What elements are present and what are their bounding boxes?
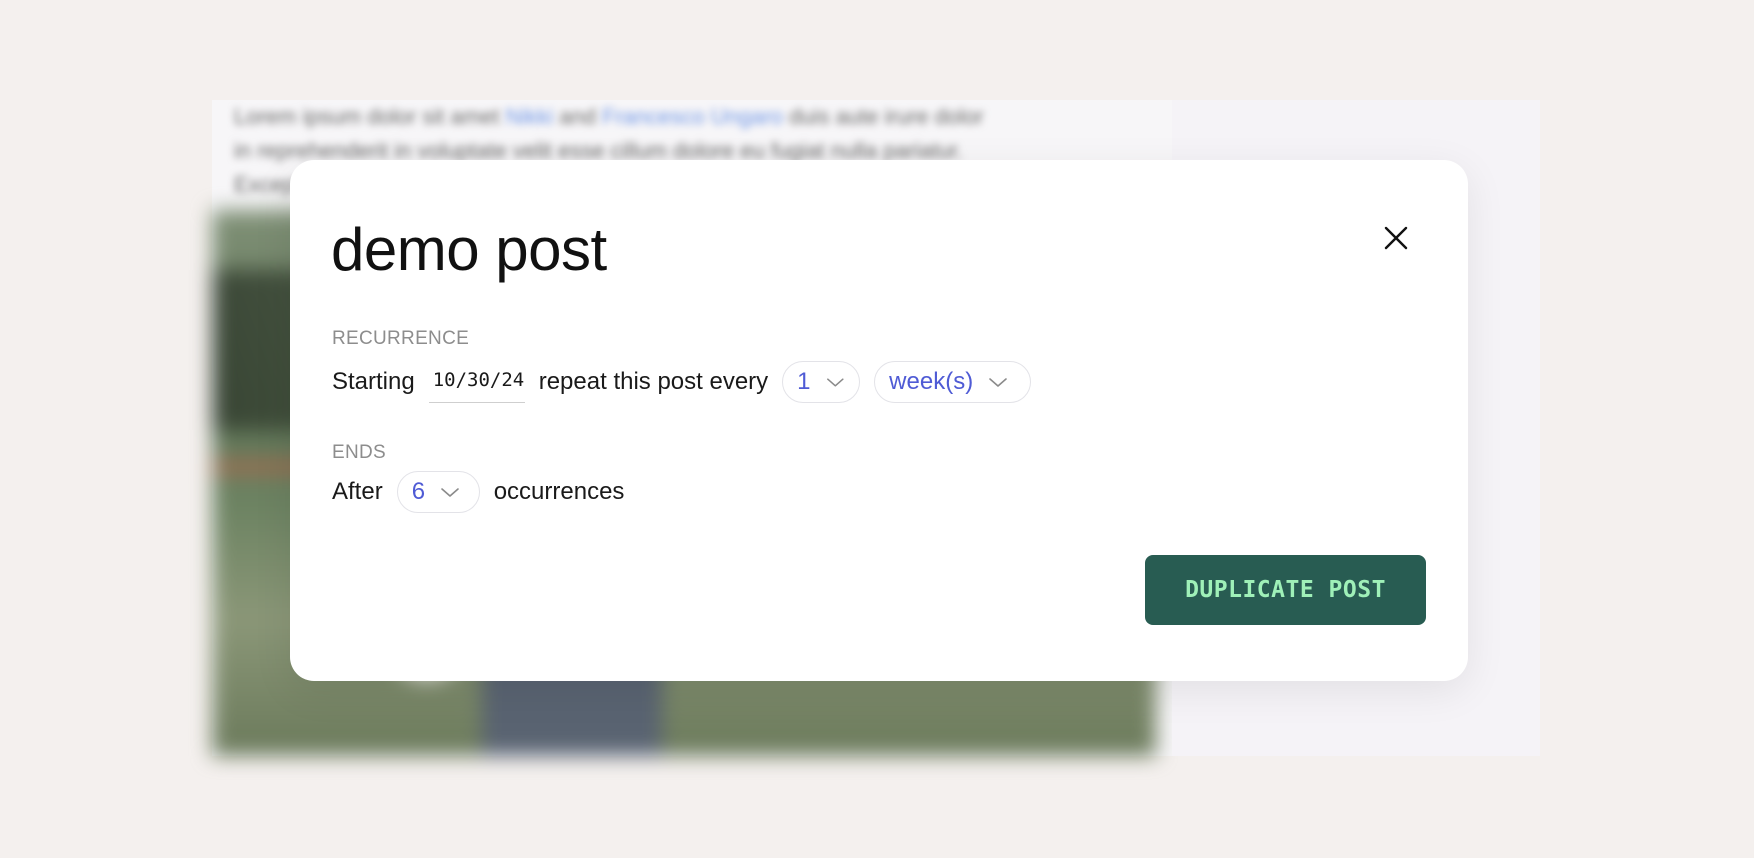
occurrences-value: 6 — [411, 478, 426, 505]
chevron-down-icon — [826, 378, 844, 387]
chevron-down-icon — [441, 488, 459, 497]
background-text-part: Lorem ipsum dolor sit amet — [234, 104, 506, 129]
duplicate-post-dialog: demo post RECURRENCE Starting repeat thi… — [290, 160, 1468, 681]
after-text: After — [332, 478, 383, 505]
close-icon — [1384, 226, 1408, 250]
repeat-text: repeat this post every — [538, 368, 769, 395]
duplicate-post-button[interactable]: DUPLICATE POST — [1145, 555, 1426, 625]
ends-label: ENDS — [332, 442, 386, 463]
background-link: Nikki — [505, 104, 554, 129]
recurrence-row: Starting repeat this post every 1 week(s… — [332, 361, 1032, 403]
chevron-down-icon — [989, 378, 1007, 387]
interval-unit-value: week(s) — [889, 368, 974, 395]
interval-unit-select[interactable]: week(s) — [874, 361, 1032, 403]
occurrences-text: occurrences — [493, 478, 625, 505]
background-text-part: and — [553, 104, 603, 129]
background-text-part: duis aute irure dolor — [783, 104, 984, 129]
interval-value: 1 — [797, 368, 811, 395]
starting-text: Starting — [332, 368, 415, 395]
interval-select[interactable]: 1 — [782, 361, 861, 403]
dialog-title: demo post — [331, 216, 607, 283]
start-date-input[interactable] — [428, 361, 525, 403]
close-button[interactable] — [1380, 222, 1412, 254]
occurrences-select[interactable]: 6 — [396, 471, 480, 513]
recurrence-label: RECURRENCE — [332, 328, 470, 349]
ends-row: After 6 occurrences — [332, 471, 624, 513]
background-link: Francesco Ungaro — [602, 104, 784, 129]
